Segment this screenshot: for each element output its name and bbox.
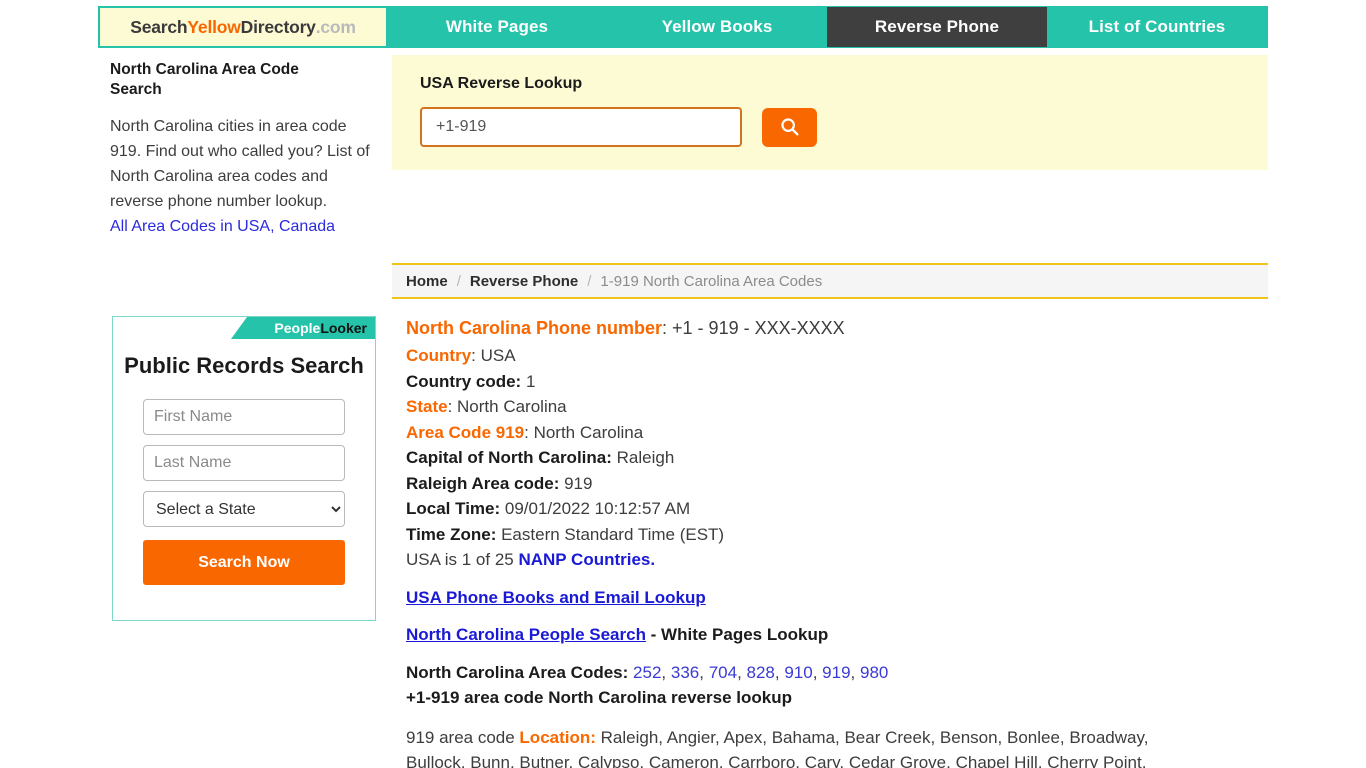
nav-item-white-pages[interactable]: White Pages xyxy=(387,7,607,47)
reverse-lookup-heading-text: +1-919 area code North Carolina reverse … xyxy=(406,688,792,707)
peoplelooker-logo: People Looker xyxy=(231,317,375,339)
ad-gap xyxy=(392,170,1268,263)
nc-people-search-link[interactable]: North Carolina People Search xyxy=(406,625,646,644)
peoplelooker-people-text: People xyxy=(274,320,321,336)
first-name-input[interactable] xyxy=(143,399,345,435)
detail-nanp-prefix: USA is 1 of 25 xyxy=(406,550,519,569)
logo-directory-text: Directory xyxy=(240,16,316,37)
location-paragraph: 919 area code Location: Raleigh, Angier,… xyxy=(406,725,1206,768)
people-search-suffix: - White Pages Lookup xyxy=(645,625,829,644)
detail-time-zone: Time Zone: Eastern Standard Time (EST) xyxy=(406,522,1268,548)
logo-com-text: .com xyxy=(315,16,356,37)
nav-item-yellow-books[interactable]: Yellow Books xyxy=(607,7,827,47)
detail-phone-value: : +1 - 919 - XXX-XXXX xyxy=(662,318,845,338)
sidebar-description: North Carolina cities in area code 919. … xyxy=(110,118,370,210)
lookup-search-button[interactable] xyxy=(762,107,817,147)
detail-time-zone-value: Eastern Standard Time (EST) xyxy=(496,524,725,544)
page-root: Search Yellow Directory .com White Pages Ye… xyxy=(0,0,1366,768)
usa-phone-books-link[interactable]: USA Phone Books and Email Lookup xyxy=(406,588,706,607)
detail-raleigh-area-code: Raleigh Area code: 919 xyxy=(406,471,1268,497)
detail-country-value: : USA xyxy=(471,346,516,365)
detail-phone-label: North Carolina Phone number xyxy=(406,318,663,338)
detail-local-time: Local Time: 09/01/2022 10:12:57 AM xyxy=(406,496,1268,522)
area-code-details: North Carolina Phone number: +1 - 919 - … xyxy=(392,299,1268,768)
site-logo[interactable]: Search Yellow Directory .com xyxy=(99,7,387,47)
reverse-lookup-input[interactable] xyxy=(420,107,742,147)
detail-country-code-label: Country code: xyxy=(406,371,522,391)
detail-country-code-value: 1 xyxy=(521,371,536,391)
area-code-link-252[interactable]: 252 xyxy=(633,663,661,682)
detail-raleigh-area-code-value: 919 xyxy=(559,473,593,493)
detail-phone-number: North Carolina Phone number: +1 - 919 - … xyxy=(406,313,1268,343)
public-records-widget: PeopleLooker Public Records Search Selec… xyxy=(112,316,376,621)
detail-country-label: Country xyxy=(406,346,472,365)
sidebar-title: North Carolina Area Code Search xyxy=(110,61,299,98)
reverse-lookup-heading: +1-919 area code North Carolina reverse … xyxy=(406,685,1268,711)
breadcrumb-current-page: 1-919 North Carolina Area Codes xyxy=(600,272,823,290)
detail-local-time-value: 09/01/2022 10:12:57 AM xyxy=(500,499,691,518)
area-code-link-910[interactable]: 910 xyxy=(784,663,812,682)
sidebar: North Carolina Area Code Search North Ca… xyxy=(110,60,380,239)
peoplelooker-looker-text: Looker xyxy=(320,320,367,336)
breadcrumb-separator-2: / xyxy=(587,272,592,290)
area-code-link-828[interactable]: 828 xyxy=(747,663,775,682)
detail-time-zone-label: Time Zone: xyxy=(406,524,497,544)
area-code-link-704[interactable]: 704 xyxy=(709,663,737,682)
search-now-button[interactable]: Search Now xyxy=(143,540,345,585)
breadcrumb-home-link[interactable]: Home xyxy=(406,273,448,290)
detail-area-code-label: Area Code 919 xyxy=(406,422,525,442)
location-label: Location: xyxy=(519,727,596,747)
location-prefix: 919 area code xyxy=(406,727,520,747)
logo-search-text: Search xyxy=(130,16,188,37)
detail-area-code-value: : North Carolina xyxy=(524,422,644,442)
state-select[interactable]: Select a State xyxy=(143,491,345,527)
logo-yellow-text: Yellow xyxy=(187,16,241,37)
area-code-link-980[interactable]: 980 xyxy=(860,663,888,682)
nav-item-reverse-phone[interactable]: Reverse Phone xyxy=(827,7,1047,47)
detail-state-label: State xyxy=(406,397,448,416)
public-records-form: Select a State Search Now xyxy=(113,381,375,585)
reverse-lookup-panel: USA Reverse Lookup xyxy=(392,55,1268,170)
detail-state-value: : North Carolina xyxy=(447,397,567,416)
lookup-panel-title: USA Reverse Lookup xyxy=(420,75,583,92)
nc-area-codes-list: 252, 336, 704, 828, 910, 919, 980 xyxy=(633,662,889,682)
phone-books-row: USA Phone Books and Email Lookup xyxy=(406,585,1268,611)
main-navigation: Search Yellow Directory .com White Pages Ye… xyxy=(98,6,1268,48)
detail-nanp: USA is 1 of 25 NANP Countries. xyxy=(406,547,1268,573)
last-name-input[interactable] xyxy=(143,445,345,481)
main-content: USA Reverse Lookup Home / Reverse Phone … xyxy=(392,55,1268,768)
breadcrumb-separator-1: / xyxy=(456,272,461,290)
breadcrumb: Home / Reverse Phone / 1-919 North Carol… xyxy=(392,263,1268,299)
search-icon xyxy=(780,118,799,136)
detail-capital-value: Raleigh xyxy=(611,448,675,467)
lookup-form-row xyxy=(420,107,1240,147)
detail-capital: Capital of North Carolina: Raleigh xyxy=(406,445,1268,471)
detail-state: State: North Carolina xyxy=(406,394,1268,420)
detail-country: Country: USA xyxy=(406,343,1268,369)
area-code-link-919[interactable]: 919 xyxy=(822,663,850,682)
detail-country-code: Country code: 1 xyxy=(406,369,1268,395)
nanp-countries-link[interactable]: NANP Countries. xyxy=(518,550,655,569)
breadcrumb-reverse-phone-link[interactable]: Reverse Phone xyxy=(470,273,578,290)
detail-local-time-label: Local Time: xyxy=(406,499,501,518)
area-code-link-336[interactable]: 336 xyxy=(671,663,699,682)
nav-item-list-of-countries[interactable]: List of Countries xyxy=(1047,7,1267,47)
widget-heading: Public Records Search xyxy=(124,353,364,378)
nc-area-codes-label: North Carolina Area Codes: xyxy=(406,662,629,682)
detail-area-code: Area Code 919: North Carolina xyxy=(406,420,1268,446)
sidebar-all-area-codes-link[interactable]: All Area Codes in USA, Canada xyxy=(110,214,335,239)
detail-capital-label: Capital of North Carolina: xyxy=(406,448,612,467)
detail-raleigh-area-code-label: Raleigh Area code: xyxy=(406,473,560,493)
people-search-row: North Carolina People Search - White Pag… xyxy=(406,622,1268,648)
nc-area-codes-row: North Carolina Area Codes: 252, 336, 704… xyxy=(406,660,1268,686)
